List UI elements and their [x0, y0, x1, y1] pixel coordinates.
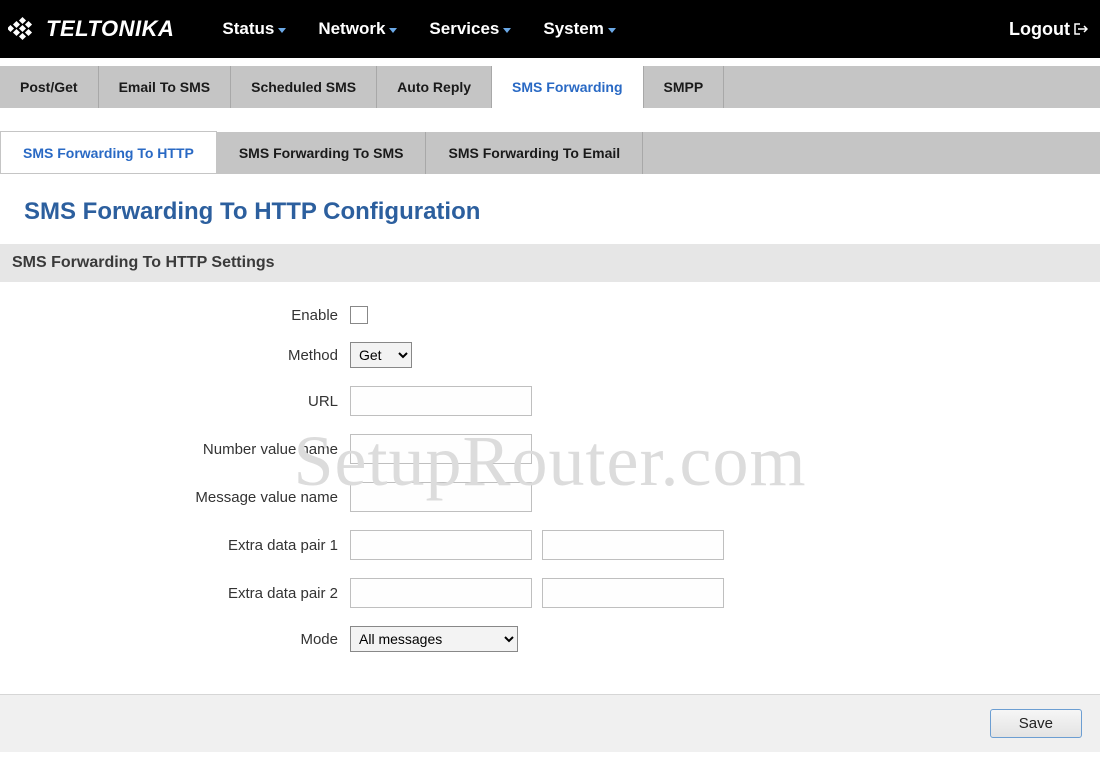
nav-item-network[interactable]: Network: [318, 19, 397, 39]
extra-pair-2-key-input[interactable]: [350, 578, 532, 608]
number-value-name-input[interactable]: [350, 434, 532, 464]
footer: Save: [0, 694, 1100, 752]
mode-select[interactable]: All messages: [350, 626, 518, 652]
tab-label: SMS Forwarding To HTTP: [23, 145, 194, 161]
chevron-down-icon: [278, 28, 286, 33]
logout-button[interactable]: Logout: [1009, 19, 1092, 40]
label-number-value-name: Number value name: [0, 441, 350, 458]
row-method: Method Get: [0, 342, 1100, 368]
nav-menu: Status Network Services System: [222, 19, 615, 39]
chevron-down-icon: [503, 28, 511, 33]
row-mode: Mode All messages: [0, 626, 1100, 652]
logo-icon: [8, 16, 42, 42]
subtab-forward-http[interactable]: SMS Forwarding To HTTP: [0, 131, 217, 173]
tab-label: Post/Get: [20, 79, 78, 95]
nav-item-services[interactable]: Services: [429, 19, 511, 39]
tab-label: SMS Forwarding To SMS: [239, 145, 404, 161]
subtab-forward-email[interactable]: SMS Forwarding To Email: [426, 132, 643, 174]
tab-label: Auto Reply: [397, 79, 471, 95]
label-extra-pair-1: Extra data pair 1: [0, 537, 350, 554]
row-message-value-name: Message value name: [0, 482, 1100, 512]
page-title: SMS Forwarding To HTTP Configuration: [0, 174, 1100, 244]
tab-label: SMS Forwarding To Email: [448, 145, 620, 161]
chevron-down-icon: [389, 28, 397, 33]
extra-pair-1-value-input[interactable]: [542, 530, 724, 560]
extra-pair-2-value-input[interactable]: [542, 578, 724, 608]
row-number-value-name: Number value name: [0, 434, 1100, 464]
extra-pair-1-key-input[interactable]: [350, 530, 532, 560]
method-select[interactable]: Get: [350, 342, 412, 368]
gap: [0, 108, 1100, 132]
settings-form: Enable Method Get URL Number value name …: [0, 282, 1100, 694]
nav-item-system[interactable]: System: [543, 19, 615, 39]
url-input[interactable]: [350, 386, 532, 416]
tab-smpp[interactable]: SMPP: [644, 66, 725, 108]
logout-icon: [1074, 22, 1088, 36]
logout-label: Logout: [1009, 19, 1070, 40]
tab-scheduled-sms[interactable]: Scheduled SMS: [231, 66, 377, 108]
label-message-value-name: Message value name: [0, 489, 350, 506]
tab-post-get[interactable]: Post/Get: [0, 66, 99, 108]
label-url: URL: [0, 393, 350, 410]
tab-label: SMPP: [664, 79, 704, 95]
message-value-name-input[interactable]: [350, 482, 532, 512]
tab-sms-forwarding[interactable]: SMS Forwarding: [492, 66, 643, 108]
gap: [0, 58, 1100, 66]
tab-auto-reply[interactable]: Auto Reply: [377, 66, 492, 108]
chevron-down-icon: [608, 28, 616, 33]
nav-item-status[interactable]: Status: [222, 19, 286, 39]
row-extra-pair-2: Extra data pair 2: [0, 578, 1100, 608]
row-enable: Enable: [0, 306, 1100, 324]
subtab-forward-sms[interactable]: SMS Forwarding To SMS: [217, 132, 427, 174]
label-method: Method: [0, 347, 350, 364]
tab-label: Email To SMS: [119, 79, 211, 95]
tab-label: SMS Forwarding: [512, 79, 622, 95]
top-nav: TELTONIKA Status Network Services System…: [0, 0, 1100, 58]
row-extra-pair-1: Extra data pair 1: [0, 530, 1100, 560]
brand-logo: TELTONIKA: [8, 16, 174, 42]
label-mode: Mode: [0, 631, 350, 648]
nav-label: Services: [429, 19, 499, 39]
nav-label: Status: [222, 19, 274, 39]
label-extra-pair-2: Extra data pair 2: [0, 585, 350, 602]
enable-checkbox[interactable]: [350, 306, 368, 324]
save-button[interactable]: Save: [990, 709, 1082, 738]
secondary-tabs: SMS Forwarding To HTTP SMS Forwarding To…: [0, 132, 1100, 174]
brand-name: TELTONIKA: [46, 16, 174, 42]
section-header: SMS Forwarding To HTTP Settings: [0, 244, 1100, 282]
tab-label: Scheduled SMS: [251, 79, 356, 95]
nav-label: Network: [318, 19, 385, 39]
row-url: URL: [0, 386, 1100, 416]
nav-label: System: [543, 19, 603, 39]
tab-email-to-sms[interactable]: Email To SMS: [99, 66, 232, 108]
primary-tabs: Post/Get Email To SMS Scheduled SMS Auto…: [0, 66, 1100, 108]
label-enable: Enable: [0, 307, 350, 324]
